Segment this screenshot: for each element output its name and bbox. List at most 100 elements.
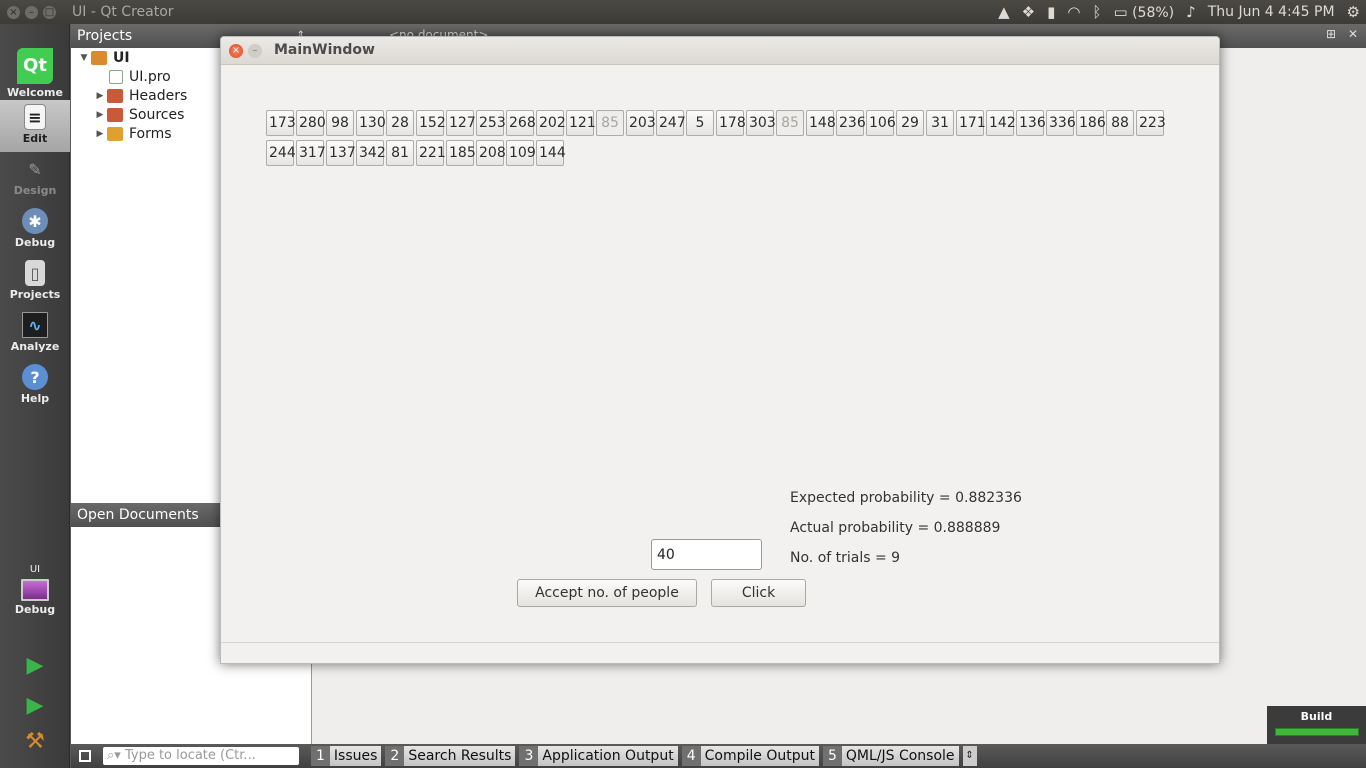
run-icon[interactable]: ▶ — [22, 652, 48, 678]
kit-selector[interactable]: UI Debug — [0, 560, 70, 630]
wifi-icon[interactable]: ◠ — [1067, 3, 1080, 21]
number-button[interactable]: 127 — [446, 110, 476, 136]
number-button[interactable]: 152 — [416, 110, 446, 136]
number-button[interactable]: 223 — [1136, 110, 1166, 136]
number-button[interactable]: 85 — [596, 110, 624, 136]
toggle-sidebar-icon[interactable] — [79, 750, 91, 762]
mode-help[interactable]: ? Help — [0, 360, 70, 412]
close-icon[interactable]: × — [229, 44, 243, 58]
battery-indicator[interactable]: ▭ (58%) — [1113, 3, 1174, 21]
accept-people-button[interactable]: Accept no. of people — [517, 579, 697, 607]
click-button[interactable]: Click — [711, 579, 806, 607]
close-editor-icon[interactable]: ✕ — [1348, 27, 1358, 41]
tab-application-output[interactable]: 3 Application Output — [519, 746, 678, 766]
tab-label: QML/JS Console — [841, 746, 959, 766]
battery-percent: (58%) — [1132, 5, 1175, 21]
close-window-icon[interactable]: × — [7, 5, 20, 19]
expand-arrow-icon[interactable]: ▶ — [93, 129, 107, 139]
tab-number: 3 — [519, 746, 539, 766]
number-button[interactable]: 203 — [626, 110, 656, 136]
number-button[interactable]: 144 — [536, 140, 566, 166]
more-tabs-icon[interactable]: ⇕ — [962, 746, 977, 766]
number-button[interactable]: 185 — [446, 140, 476, 166]
collapse-arrow-icon[interactable]: ▼ — [77, 53, 91, 63]
pro-file-icon — [109, 69, 123, 84]
mode-debug[interactable]: ✱ Debug — [0, 204, 70, 256]
tab-qml-js-console[interactable]: 5 QML/JS Console — [822, 746, 959, 766]
number-button[interactable]: 178 — [716, 110, 746, 136]
volume-icon[interactable]: ♪ — [1186, 3, 1196, 21]
expand-arrow-icon[interactable]: ▶ — [93, 91, 107, 101]
tab-search-results[interactable]: 2 Search Results — [385, 746, 516, 766]
number-button[interactable]: 31 — [926, 110, 954, 136]
number-button[interactable]: 236 — [836, 110, 866, 136]
minimize-icon[interactable]: – — [248, 44, 262, 58]
indicator-icon[interactable]: ▮ — [1047, 3, 1055, 21]
output-pane-bar: ⌕▾ Type to locate (Ctr... 1 Issues 2 Searc… — [71, 744, 1366, 768]
headers-folder-icon — [107, 88, 123, 103]
number-button[interactable]: 88 — [1106, 110, 1134, 136]
number-button[interactable]: 244 — [266, 140, 296, 166]
tab-compile-output[interactable]: 4 Compile Output — [681, 746, 819, 766]
minimize-window-icon[interactable]: – — [25, 5, 38, 19]
locator-input[interactable]: ⌕▾ Type to locate (Ctr... — [103, 747, 299, 765]
number-button[interactable]: 208 — [476, 140, 506, 166]
build-hammer-icon[interactable]: ⚒ — [22, 728, 48, 754]
number-button[interactable]: 28 — [386, 110, 414, 136]
number-button[interactable]: 81 — [386, 140, 414, 166]
number-button[interactable]: 303 — [746, 110, 776, 136]
number-button[interactable]: 253 — [476, 110, 506, 136]
number-button[interactable]: 280 — [296, 110, 326, 136]
number-button[interactable]: 142 — [986, 110, 1016, 136]
mode-design[interactable]: ✎ Design — [0, 152, 70, 204]
number-button[interactable]: 336 — [1046, 110, 1076, 136]
expand-arrow-icon[interactable]: ▶ — [93, 110, 107, 120]
build-progress[interactable]: Build — [1267, 706, 1366, 744]
clock[interactable]: Thu Jun 4 4:45 PM — [1208, 4, 1335, 20]
dropbox-icon[interactable]: ❖ — [1022, 3, 1035, 21]
tree-item-label: Forms — [129, 125, 172, 142]
number-button[interactable]: 202 — [536, 110, 566, 136]
mode-label: Help — [20, 392, 50, 405]
number-button[interactable]: 98 — [326, 110, 354, 136]
mode-welcome[interactable]: Qt Welcome — [0, 46, 70, 99]
number-button[interactable]: 29 — [896, 110, 924, 136]
people-count-input[interactable] — [651, 539, 762, 570]
number-button[interactable]: 342 — [356, 140, 386, 166]
number-button[interactable]: 106 — [866, 110, 896, 136]
projects-folder-icon: ▯ — [25, 260, 45, 286]
locator-placeholder: Type to locate (Ctr... — [124, 748, 256, 763]
monitor-icon — [21, 579, 49, 601]
maximize-window-icon[interactable]: □ — [43, 5, 56, 19]
mode-analyze[interactable]: ∿ Analyze — [0, 308, 70, 360]
number-button[interactable]: 148 — [806, 110, 836, 136]
split-icon[interactable]: ⊞ — [1326, 27, 1336, 41]
mode-projects[interactable]: ▯ Projects — [0, 256, 70, 308]
trial-count: No. of trials = 9 — [790, 550, 901, 566]
number-button[interactable]: 137 — [326, 140, 356, 166]
google-drive-icon[interactable]: ▲ — [998, 3, 1010, 21]
number-button[interactable]: 85 — [776, 110, 804, 136]
mode-edit[interactable]: ≡ Edit — [0, 100, 70, 152]
number-button[interactable]: 130 — [356, 110, 386, 136]
number-button[interactable]: 317 — [296, 140, 326, 166]
number-button[interactable]: 268 — [506, 110, 536, 136]
tab-issues[interactable]: 1 Issues — [311, 746, 382, 766]
tab-label: Application Output — [538, 746, 678, 766]
number-button[interactable]: 221 — [416, 140, 446, 166]
tree-item-label: Headers — [129, 87, 188, 104]
number-button[interactable]: 136 — [1016, 110, 1046, 136]
number-button[interactable]: 121 — [566, 110, 596, 136]
number-button[interactable]: 247 — [656, 110, 686, 136]
main-window-titlebar[interactable]: × – MainWindow — [221, 37, 1219, 65]
number-button[interactable]: 186 — [1076, 110, 1106, 136]
design-pen-icon: ✎ — [28, 159, 42, 179]
number-button[interactable]: 171 — [956, 110, 986, 136]
number-button[interactable]: 109 — [506, 140, 536, 166]
number-button[interactable]: 173 — [266, 110, 296, 136]
gear-icon[interactable]: ⚙ — [1347, 3, 1360, 21]
help-question-icon: ? — [22, 364, 48, 390]
debug-run-icon[interactable]: ▶ — [22, 692, 48, 718]
number-button[interactable]: 5 — [686, 110, 714, 136]
bluetooth-icon[interactable]: ᛒ — [1092, 3, 1101, 21]
